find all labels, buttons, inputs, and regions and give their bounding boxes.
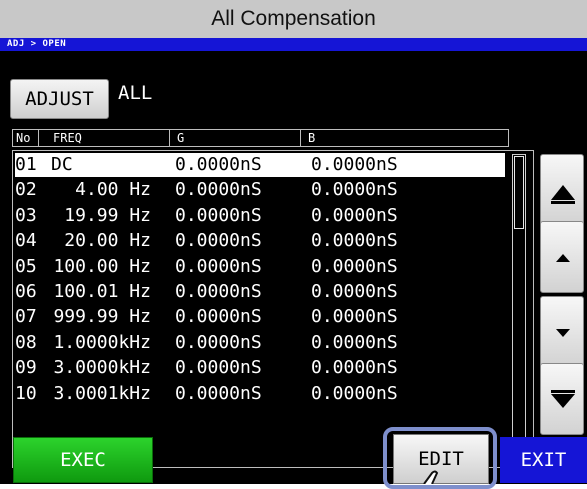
table-row[interactable]: 04 20.00 Hz 0.0000nS 0.0000nS: [15, 229, 505, 253]
column-header-no: No: [16, 131, 31, 145]
cell-g: 0.0000nS: [175, 306, 262, 328]
cell-b: 0.0000nS: [311, 281, 398, 302]
table-row[interactable]: 06 100.01 Hz 0.0000nS 0.0000nS: [15, 280, 505, 304]
cell-freq: 4.00 Hz: [75, 179, 151, 201]
line-up-button[interactable]: [540, 221, 584, 293]
page-up-button[interactable]: [540, 154, 584, 226]
line-up-icon: [556, 254, 570, 262]
page-down-icon: [551, 390, 575, 408]
scrollbar-thumb[interactable]: [514, 156, 524, 229]
cell-freq: 19.99 Hz: [64, 204, 151, 226]
instrument-screen: ADJ > OPEN ADJUST ALL No FREQ G B 01 DC 0.…: [0, 38, 587, 489]
header-divider: [300, 130, 301, 146]
table-row[interactable]: 03 19.99 Hz 0.0000nS 0.0000nS: [15, 204, 505, 228]
cell-no: 01: [15, 154, 37, 175]
cell-b: 0.0000nS: [311, 154, 398, 175]
cell-b: 0.0000nS: [311, 357, 398, 379]
cell-g: 0.0000nS: [175, 204, 262, 226]
cell-freq: 100.00 Hz: [53, 255, 151, 277]
table-header: No FREQ G B: [12, 129, 509, 147]
cell-g: 0.0000nS: [175, 357, 262, 379]
column-header-b: B: [308, 131, 316, 145]
cell-b: 0.0000nS: [311, 204, 398, 226]
exec-button[interactable]: EXEC: [13, 437, 153, 483]
table-row[interactable]: 01 DC 0.0000nS 0.0000nS: [15, 153, 505, 177]
cell-b: 0.0000nS: [311, 382, 398, 404]
cell-freq: 100.01 Hz: [53, 281, 151, 302]
table-row[interactable]: 09 3.0000kHz 0.0000nS 0.0000nS: [15, 356, 505, 380]
line-down-icon: [556, 329, 570, 337]
page-down-button[interactable]: [540, 363, 584, 435]
cell-b: 0.0000nS: [311, 306, 398, 328]
cell-freq: DC: [51, 154, 73, 175]
cell-g: 0.0000nS: [175, 179, 262, 201]
finger-pointer-icon: [423, 470, 439, 484]
header-divider: [38, 130, 39, 146]
exit-button[interactable]: EXIT: [500, 437, 587, 483]
breadcrumb: ADJ > OPEN: [0, 38, 587, 51]
scrollbar[interactable]: [512, 154, 526, 464]
cell-g: 0.0000nS: [175, 154, 262, 175]
cell-b: 0.0000nS: [311, 255, 398, 277]
cell-freq: 3.0000kHz: [53, 357, 151, 379]
table-row[interactable]: 02 4.00 Hz 0.0000nS 0.0000nS: [15, 178, 505, 202]
column-header-freq: FREQ: [53, 131, 82, 145]
table-row[interactable]: 07 999.99 Hz 0.0000nS 0.0000nS: [15, 305, 505, 329]
window-title: All Compensation: [0, 0, 587, 38]
table-row[interactable]: 08 1.0000kHz 0.0000nS 0.0000nS: [15, 331, 505, 355]
cell-b: 0.0000nS: [311, 179, 398, 201]
page-up-icon: [551, 185, 575, 204]
cell-freq: 999.99 Hz: [53, 306, 151, 328]
cell-g: 0.0000nS: [175, 255, 262, 277]
cell-b: 0.0000nS: [311, 230, 398, 252]
header-divider: [169, 130, 170, 146]
table-row[interactable]: 05 100.00 Hz 0.0000nS 0.0000nS: [15, 255, 505, 279]
cell-freq: 1.0000kHz: [53, 331, 151, 353]
table-row[interactable]: 10 3.0001kHz 0.0000nS 0.0000nS: [15, 382, 505, 406]
cell-g: 0.0000nS: [175, 230, 262, 252]
column-header-g: G: [177, 131, 185, 145]
cell-freq: 3.0001kHz: [53, 382, 151, 404]
line-down-button[interactable]: [540, 296, 584, 368]
adjust-value: ALL: [118, 82, 153, 104]
adjust-button[interactable]: ADJUST: [10, 79, 109, 119]
cell-g: 0.0000nS: [175, 331, 262, 353]
cell-g: 0.0000nS: [175, 281, 262, 302]
cell-b: 0.0000nS: [311, 331, 398, 353]
cell-freq: 20.00 Hz: [64, 230, 151, 252]
cell-g: 0.0000nS: [175, 382, 262, 404]
